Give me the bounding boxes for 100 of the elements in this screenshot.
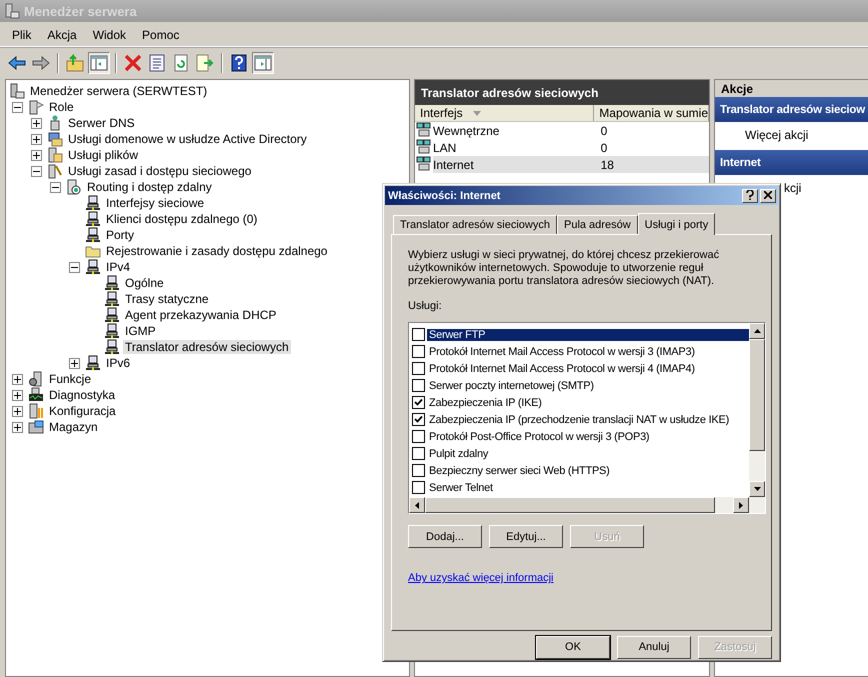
list-item[interactable]: Serwer poczty internetowej (SMTP) <box>427 380 596 392</box>
info-link[interactable]: Aby uzyskać więcej informacji <box>408 572 554 584</box>
expand-icon[interactable] <box>12 406 23 416</box>
expand-icon[interactable] <box>69 358 80 368</box>
menu-item[interactable]: Widok <box>86 26 132 44</box>
list-item[interactable]: Serwer FTP <box>427 328 749 341</box>
close-button[interactable] <box>760 188 776 203</box>
tree-item[interactable]: IGMP <box>123 324 158 338</box>
list-item[interactable]: Protokół Post-Office Protocol w wersji 3 (POP3) <box>427 430 652 443</box>
tree-item[interactable]: Porty <box>104 228 136 242</box>
tree-item[interactable]: Ogólne <box>123 276 166 290</box>
network-interface-icon <box>415 156 433 173</box>
list-item[interactable]: Zabezpieczenia IP (IKE) <box>427 396 544 409</box>
collapse-icon[interactable] <box>31 166 42 176</box>
tree-item[interactable]: Funkcje <box>47 372 94 386</box>
expand-icon[interactable] <box>12 390 23 400</box>
table-cell[interactable]: LAN <box>433 139 596 156</box>
button[interactable]: Dodaj... <box>408 525 482 548</box>
tree-item[interactable]: IPv4 <box>104 260 132 274</box>
tree-item[interactable]: Translator adresów sieciowych <box>123 340 291 354</box>
checkbox[interactable] <box>412 447 425 460</box>
section-header[interactable]: Translator adresów sieciow <box>715 97 868 122</box>
tree-item[interactable]: Usługi plików <box>66 148 140 162</box>
checkbox[interactable] <box>412 379 425 392</box>
tree-item[interactable]: Menedżer serwera (SERWTEST) <box>28 84 210 98</box>
tree-item[interactable]: Magazyn <box>47 420 100 434</box>
expand-icon[interactable] <box>31 118 42 128</box>
network-computer-icon <box>85 195 101 211</box>
tree-item[interactable]: Role <box>47 100 76 114</box>
checkbox[interactable] <box>412 481 425 494</box>
server-icon <box>28 99 44 115</box>
collapse-icon[interactable] <box>12 102 23 112</box>
help-button[interactable] <box>742 188 758 203</box>
expand-icon[interactable] <box>31 150 42 160</box>
tree-item[interactable]: Interfejsy sieciowe <box>104 196 206 210</box>
menu-item[interactable]: Pomoc <box>136 26 186 44</box>
table-cell: 18 <box>596 156 709 173</box>
tree-item[interactable]: Konfiguracja <box>47 404 118 418</box>
menu-item[interactable]: Plik <box>6 26 38 44</box>
tab[interactable]: Translator adresów sieciowych <box>393 215 557 234</box>
collapse-icon[interactable] <box>69 262 80 272</box>
list-item[interactable]: Serwer Telnet <box>427 482 495 494</box>
tree-item[interactable]: Rejestrowanie i zasady dostępu zdalnego <box>104 244 330 258</box>
button[interactable]: Edytuj... <box>489 525 563 548</box>
network-computer-icon <box>85 259 101 275</box>
action-link[interactable]: Więcej akcji <box>715 122 868 147</box>
network-computer-icon <box>104 339 120 355</box>
tree-item[interactable]: Klienci dostępu zdalnego (0) <box>104 212 260 226</box>
right-arrow-icon <box>739 502 743 509</box>
tree-item[interactable]: Serwer DNS <box>66 116 137 130</box>
tree-item[interactable]: Agent przekazywania DHCP <box>123 308 278 322</box>
list-item[interactable]: Protokół Internet Mail Access Protocol w wersji 3 (IMAP3) <box>427 346 697 358</box>
tab[interactable]: Pula adresów <box>556 215 638 234</box>
checkbox[interactable] <box>412 362 425 376</box>
tree-item[interactable]: Diagnostyka <box>47 388 118 402</box>
storage-icon <box>28 419 44 435</box>
checkbox[interactable] <box>412 464 425 478</box>
checkbox[interactable] <box>412 396 425 410</box>
column-header[interactable]: Interfejs <box>415 105 594 121</box>
expand-icon[interactable] <box>12 374 23 384</box>
table-cell[interactable]: Internet <box>433 156 596 173</box>
list-item[interactable]: Zabezpieczenia IP (przechodzenie translacji NAT w usłudze IKE) <box>427 414 731 426</box>
list-label: Usługi: <box>408 300 443 312</box>
table-cell[interactable]: Wewnętrzne <box>433 122 596 139</box>
expand-icon[interactable] <box>12 422 23 432</box>
checkbox[interactable] <box>412 345 425 358</box>
expand-icon[interactable] <box>31 134 42 144</box>
toolbar-button[interactable] <box>88 52 110 74</box>
directory-icon <box>47 131 63 147</box>
collapse-icon[interactable] <box>50 182 61 192</box>
network-interface-icon <box>415 139 433 156</box>
list-item[interactable]: Pulpit zdalny <box>427 448 490 460</box>
column-header[interactable]: Mapowania w sumie <box>594 105 709 121</box>
down-arrow-icon <box>754 487 760 492</box>
list-item[interactable]: Protokół Internet Mail Access Protocol w wersji 4 (IMAP4) <box>427 362 697 375</box>
tree-item[interactable]: Routing i dostęp zdalny <box>85 180 214 194</box>
horizontal-scrollbar[interactable] <box>409 497 765 514</box>
up-arrow-icon <box>754 329 760 334</box>
list-item[interactable]: Bezpieczny serwer sieci Web (HTTPS) <box>427 464 612 477</box>
menu-item[interactable]: Akcja <box>41 26 83 44</box>
tree-item[interactable]: Usługi domenowe w usłudze Active Directory <box>66 132 309 146</box>
folder-up-icon <box>66 54 84 72</box>
section-header[interactable]: Internet <box>715 150 868 175</box>
button[interactable]: Anuluj <box>617 636 691 659</box>
tab[interactable]: Usługi i porty <box>638 213 716 236</box>
left-arrow-icon <box>415 502 419 509</box>
pane-title: Translator adresów sieciowych <box>415 80 709 105</box>
button[interactable]: OK <box>536 636 610 659</box>
tree-item[interactable]: Usługi zasad i dostępu sieciowego <box>66 164 254 178</box>
vertical-scrollbar[interactable] <box>749 323 765 498</box>
toolbar-button[interactable] <box>252 52 274 74</box>
tree-item[interactable]: Trasy statyczne <box>123 292 211 306</box>
tree-item[interactable]: IPv6 <box>104 356 132 370</box>
server-tools-icon <box>28 403 44 419</box>
checkbox[interactable] <box>412 328 425 342</box>
delete-icon <box>124 54 142 72</box>
help-icon <box>746 190 754 200</box>
checkbox[interactable] <box>412 430 425 444</box>
back-arrow-icon <box>8 54 26 72</box>
checkbox[interactable] <box>412 413 425 426</box>
